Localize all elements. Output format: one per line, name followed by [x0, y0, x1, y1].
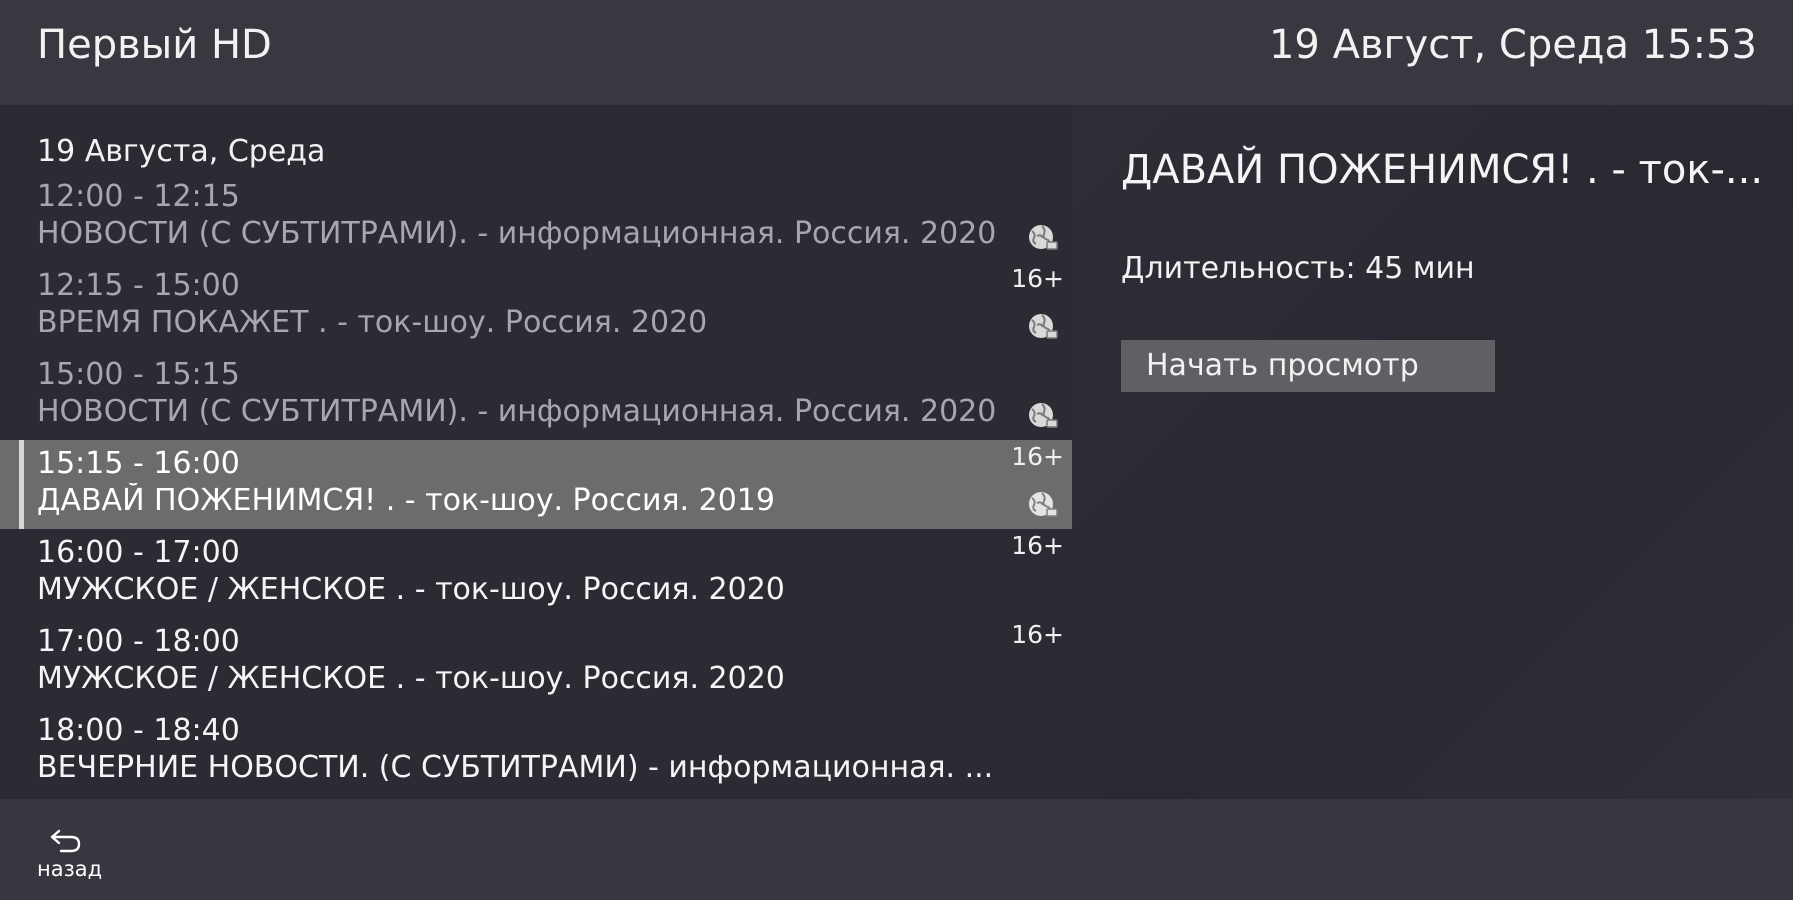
- channel-name: Первый HD: [37, 22, 272, 68]
- programme-row[interactable]: 12:15 - 15:00 ВРЕМЯ ПОКАЖЕТ . - ток-шоу.…: [0, 262, 1072, 351]
- programme-title: МУЖСКОЕ / ЖЕНСКОЕ . - ток-шоу. Россия. 2…: [37, 661, 785, 696]
- programme-time: 15:15 - 16:00: [37, 446, 240, 481]
- globe-icon: [1029, 225, 1058, 250]
- programme-list: 19 Августа, Среда 12:00 - 12:15 НОВОСТИ …: [0, 105, 1072, 799]
- programme-row[interactable]: 17:00 - 18:00 МУЖСКОЕ / ЖЕНСКОЕ . - ток-…: [0, 618, 1072, 707]
- programme-row[interactable]: 16:00 - 17:00 МУЖСКОЕ / ЖЕНСКОЕ . - ток-…: [0, 529, 1072, 618]
- programme-time: 12:15 - 15:00: [37, 268, 240, 303]
- header-bar: Первый HD 19 Август, Среда 15:53: [0, 0, 1793, 105]
- current-datetime: 19 Август, Среда 15:53: [1268, 22, 1757, 68]
- back-button[interactable]: назад: [37, 827, 107, 887]
- detail-duration: Длительность: 45 мин: [1121, 251, 1475, 286]
- programme-time: 16:00 - 17:00: [37, 535, 240, 570]
- age-rating: 16+: [1011, 442, 1064, 471]
- globe-icon: [1029, 314, 1058, 339]
- detail-title: ДАВАЙ ПОЖЕНИМСЯ! . - ток-...: [1121, 147, 1764, 193]
- globe-icon: [1029, 403, 1058, 428]
- programme-title: НОВОСТИ (С СУБТИТРАМИ). - информационная…: [37, 216, 997, 251]
- date-heading: 19 Августа, Среда: [37, 134, 326, 169]
- footer-bar: назад: [0, 799, 1793, 900]
- age-rating: 16+: [1011, 531, 1064, 560]
- programme-row[interactable]: 15:00 - 15:15 НОВОСТИ (С СУБТИТРАМИ). - …: [0, 351, 1072, 440]
- tv-guide-screen: Первый HD 19 Август, Среда 15:53 19 Авгу…: [0, 0, 1793, 900]
- selection-indicator: [19, 440, 24, 529]
- age-rating: 16+: [1011, 620, 1064, 649]
- programme-time: 17:00 - 18:00: [37, 624, 240, 659]
- programme-row[interactable]: 12:00 - 12:15 НОВОСТИ (С СУБТИТРАМИ). - …: [0, 173, 1072, 262]
- programme-title: НОВОСТИ (С СУБТИТРАМИ). - информационная…: [37, 394, 997, 429]
- programme-time: 12:00 - 12:15: [37, 179, 240, 214]
- programme-title: ВЕЧЕРНИЕ НОВОСТИ. (С СУБТИТРАМИ) - инфор…: [37, 750, 994, 785]
- back-label: назад: [37, 857, 103, 881]
- globe-icon: [1029, 492, 1058, 517]
- programme-title: МУЖСКОЕ / ЖЕНСКОЕ . - ток-шоу. Россия. 2…: [37, 572, 785, 607]
- programme-row[interactable]: 18:00 - 18:40 ВЕЧЕРНИЕ НОВОСТИ. (С СУБТИ…: [0, 707, 1072, 796]
- programme-details-panel: ДАВАЙ ПОЖЕНИМСЯ! . - ток-... Длительност…: [1072, 105, 1793, 799]
- age-rating: 16+: [1011, 264, 1064, 293]
- programme-time: 15:00 - 15:15: [37, 357, 240, 392]
- programme-row-selected[interactable]: 15:15 - 16:00 ДАВАЙ ПОЖЕНИМСЯ! . - ток-ш…: [0, 440, 1072, 529]
- back-arrow-icon: [50, 829, 81, 853]
- programme-title: ДАВАЙ ПОЖЕНИМСЯ! . - ток-шоу. Россия. 20…: [37, 483, 775, 518]
- programme-time: 18:00 - 18:40: [37, 713, 240, 748]
- start-watching-button[interactable]: Начать просмотр: [1121, 340, 1495, 392]
- programme-title: ВРЕМЯ ПОКАЖЕТ . - ток-шоу. Россия. 2020: [37, 305, 708, 340]
